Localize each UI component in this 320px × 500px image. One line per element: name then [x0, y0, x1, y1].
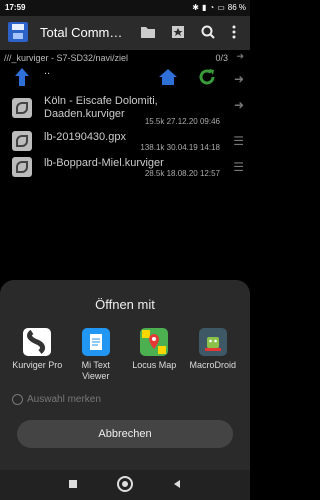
sheet-title: Öffnen mit: [95, 297, 155, 312]
file-meta: 138.1k 30.04.19 14:18: [140, 143, 220, 152]
up-arrow-icon: [15, 68, 29, 86]
app-chooser: Kurviger Pro Mi Text Viewer Locus Map Ma…: [0, 328, 250, 382]
home-icon[interactable]: [158, 68, 178, 86]
search-icon[interactable]: [200, 24, 216, 40]
gpx-file-icon: [12, 131, 32, 151]
menu-icon[interactable]: ☰: [233, 134, 244, 148]
path-bar[interactable]: ///_kurviger - S7-SD32/navi/ziel 0/3 ➜: [0, 51, 250, 65]
macrodroid-icon: [198, 328, 227, 356]
kurviger-file-icon: [12, 98, 32, 118]
cancel-button[interactable]: Abbrechen: [17, 420, 233, 448]
app-logo-icon[interactable]: [8, 22, 28, 42]
app-option-macrodroid[interactable]: MacroDroid: [185, 328, 241, 382]
arrow-right-icon[interactable]: ➜: [234, 98, 244, 112]
bookmark-icon[interactable]: [170, 24, 186, 40]
remember-label: Auswahl merken: [27, 394, 101, 405]
app-option-locus-map[interactable]: Locus Map: [126, 328, 182, 382]
arrow-right-icon[interactable]: ➜: [234, 72, 244, 86]
selection-count: 0/3: [215, 53, 228, 63]
back-icon[interactable]: [172, 479, 182, 489]
status-icons: ✱ ▮ ◔ ▭ 86 %: [192, 3, 246, 12]
kurviger-icon: [23, 328, 52, 356]
menu-icon[interactable]: ☰: [233, 160, 244, 174]
open-with-sheet: Öffnen mit Kurviger Pro Mi Text Viewer L…: [0, 280, 250, 470]
file-meta: 28.5k 18.08.20 12:57: [144, 169, 220, 178]
more-options-icon[interactable]: [226, 24, 242, 40]
arrow-right-icon[interactable]: ➜: [236, 51, 244, 62]
remember-checkbox[interactable]: [12, 394, 23, 405]
file-name: lb-Boppard-Miel.kurviger: [44, 157, 164, 169]
app-title: Total Comm…: [40, 25, 123, 40]
app-toolbar: Total Comm…: [0, 16, 250, 50]
recent-apps-icon[interactable]: [68, 479, 78, 489]
battery-icon: ▭: [217, 3, 225, 12]
wifi-icon: ◔: [209, 3, 215, 12]
file-name: lb-20190430.gpx: [44, 131, 126, 143]
bluetooth-icon: ✱: [192, 3, 199, 12]
app-label: Mi Text Viewer: [81, 360, 110, 381]
file-name: ..: [44, 65, 51, 77]
app-label: Kurviger Pro: [12, 360, 63, 370]
text-viewer-icon: [81, 328, 110, 356]
app-label: Locus Map: [132, 360, 177, 370]
file-list: .. ➜ Köln - Eiscafe Dolomiti, Daaden.kur…: [0, 65, 250, 180]
current-path: ///_kurviger - S7-SD32/navi/ziel: [4, 53, 129, 63]
refresh-icon[interactable]: [198, 68, 216, 86]
list-item[interactable]: .. ➜: [0, 65, 250, 92]
home-button-icon[interactable]: [116, 475, 134, 493]
folder-icon[interactable]: [140, 24, 156, 40]
signal-icon: ▮: [201, 3, 207, 12]
remember-choice[interactable]: Auswahl merken: [12, 394, 101, 405]
list-item[interactable]: lb-Boppard-Miel.kurviger 28.5k 18.08.20 …: [0, 154, 250, 180]
list-item[interactable]: Köln - Eiscafe Dolomiti, Daaden.kurviger…: [0, 92, 250, 128]
app-label: MacroDroid: [189, 360, 236, 370]
status-time: 17:59: [5, 3, 26, 12]
locus-map-icon: [140, 328, 169, 356]
status-bar: 17:59 ✱ ▮ ◔ ▭ 86 %: [0, 0, 250, 16]
list-item[interactable]: lb-20190430.gpx 138.1k 30.04.19 14:18 ☰: [0, 128, 250, 154]
app-option-text-viewer[interactable]: Mi Text Viewer: [68, 328, 124, 382]
system-nav-bar: [0, 470, 250, 500]
app-option-kurviger[interactable]: Kurviger Pro: [9, 328, 65, 382]
file-meta: 15.5k 27.12.20 09:46: [144, 117, 220, 126]
kurviger-file-icon: [12, 157, 32, 177]
battery-level: 86 %: [227, 3, 246, 12]
